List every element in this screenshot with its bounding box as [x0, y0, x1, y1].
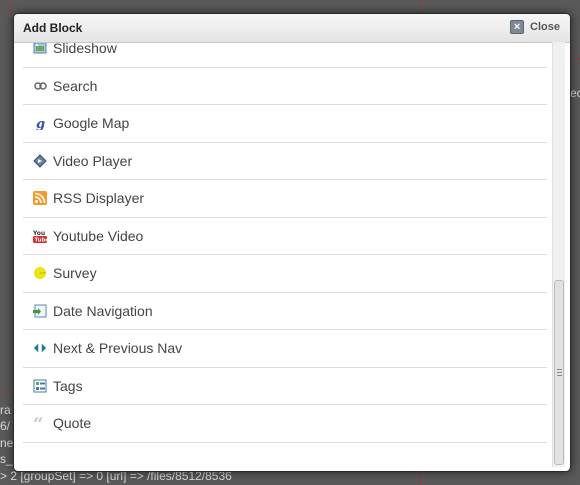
- background-text: ra: [0, 403, 11, 417]
- close-icon: ×: [510, 20, 525, 34]
- block-label: Slideshow: [53, 43, 117, 57]
- block-item-youtube-video[interactable]: YouTube Youtube Video: [23, 218, 547, 255]
- block-list: Slideshow Search g Google Map Video Play…: [23, 43, 547, 443]
- block-item-tags[interactable]: Tags: [23, 368, 547, 405]
- tags-icon: [33, 379, 47, 393]
- background-guide-line: [0, 392, 13, 393]
- background-guide-line: [420, 470, 421, 485]
- block-label: Next & Previous Nav: [53, 340, 183, 357]
- survey-icon: [33, 266, 47, 280]
- close-label: Close: [530, 21, 560, 33]
- block-label: Youtube Video: [53, 227, 144, 244]
- slideshow-icon: [33, 43, 47, 55]
- add-block-dialog: Add Block × Close Slideshow Search g Goo…: [13, 13, 571, 472]
- background-guide-line: [420, 0, 421, 13]
- background-text: 6/: [0, 419, 11, 433]
- scrollbar[interactable]: [552, 42, 565, 467]
- next-previous-icon: [33, 341, 47, 355]
- block-item-video-player[interactable]: Video Player: [23, 143, 547, 180]
- block-item-date-navigation[interactable]: Date Navigation: [23, 293, 547, 330]
- block-label: Google Map: [53, 115, 130, 132]
- block-item-quote[interactable]: “ Quote: [23, 405, 547, 443]
- rss-icon: [33, 191, 47, 206]
- svg-text:g: g: [36, 117, 45, 130]
- block-item-next-previous-nav[interactable]: Next & Previous Nav: [23, 330, 547, 368]
- block-item-rss-displayer[interactable]: RSS Displayer: [23, 180, 547, 218]
- block-item-search[interactable]: Search: [23, 68, 547, 105]
- scrollbar-grip: [557, 369, 562, 378]
- block-item-survey[interactable]: Survey: [23, 255, 547, 293]
- dialog-titlebar: Add Block × Close: [14, 14, 570, 43]
- block-item-google-map[interactable]: g Google Map: [23, 105, 547, 143]
- svg-text:Tube: Tube: [35, 237, 48, 243]
- background-text: s_: [0, 452, 13, 466]
- block-label: Search: [53, 77, 98, 94]
- block-label: Tags: [53, 377, 83, 394]
- dialog-title: Add Block: [23, 21, 83, 35]
- scrollbar-thumb[interactable]: [554, 280, 564, 465]
- video-player-icon: [33, 154, 47, 168]
- svg-text:You: You: [33, 230, 45, 237]
- google-map-icon: g: [33, 116, 47, 130]
- youtube-icon: YouTube: [33, 229, 47, 243]
- background-guide-line: [10, 0, 11, 13]
- svg-text:“: “: [33, 416, 43, 430]
- block-label: Date Navigation: [53, 302, 153, 319]
- quote-icon: “: [33, 416, 47, 430]
- block-label: RSS Displayer: [53, 190, 145, 207]
- block-label: Video Player: [53, 152, 133, 169]
- block-label: Survey: [53, 265, 97, 282]
- block-list-viewport: Slideshow Search g Google Map Video Play…: [23, 43, 555, 463]
- date-navigation-icon: [33, 304, 47, 318]
- background-text: ne: [0, 436, 14, 450]
- background-text: ec: [570, 86, 580, 100]
- block-item-slideshow[interactable]: Slideshow: [23, 43, 547, 68]
- close-button[interactable]: × Close: [510, 20, 560, 34]
- search-icon: [33, 79, 47, 93]
- block-label: Quote: [53, 415, 92, 432]
